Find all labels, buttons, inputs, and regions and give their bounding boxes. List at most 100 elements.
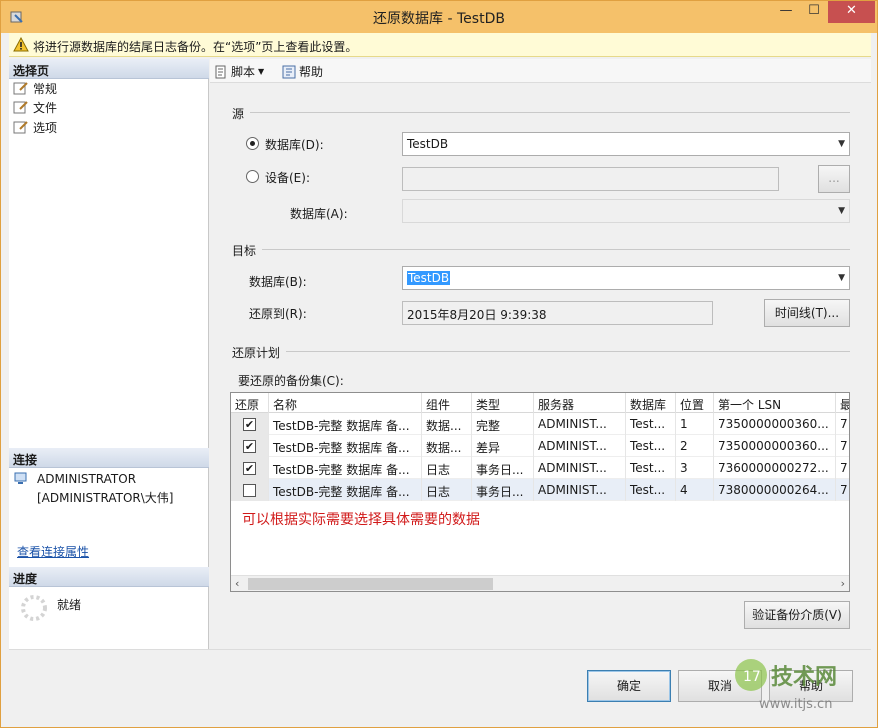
chevron-down-icon: ▼ bbox=[258, 67, 265, 76]
left-pane: 选择页 常规 文件 选项 连接 ADMINISTRATOR [ADMINISTR… bbox=[9, 59, 209, 649]
source-device-field[interactable] bbox=[402, 167, 779, 191]
page-item-options[interactable]: 选项 bbox=[13, 118, 57, 136]
watermark-brand: 技术网 bbox=[771, 665, 838, 690]
page-wrench-icon bbox=[13, 101, 28, 114]
cell-database: Test... bbox=[626, 413, 676, 435]
logo-icon: 17 bbox=[735, 659, 767, 691]
restore-database-window: 还原数据库 - TestDB — ☐ ✕ 将进行源数据库的结尾日志备份。在“选项… bbox=[0, 0, 878, 728]
checkbox-cell: ✔ bbox=[231, 413, 269, 435]
cell-more: 7 bbox=[836, 457, 849, 479]
ok-button[interactable]: 确定 bbox=[587, 670, 671, 702]
checkbox-cell: ✔ bbox=[231, 457, 269, 479]
source-device-radio[interactable] bbox=[246, 170, 259, 183]
scroll-left-icon[interactable]: ‹ bbox=[235, 577, 239, 590]
cell-name: TestDB-完整 数据库 备... bbox=[269, 457, 422, 479]
watermark: 17 技术网 www.itjs.cn bbox=[729, 651, 869, 723]
cell-first-lsn: 7380000000264... bbox=[714, 479, 836, 501]
target-database-value: TestDB bbox=[407, 271, 451, 285]
page-item-label: 常规 bbox=[33, 81, 58, 96]
source-database-select[interactable]: TestDB ▼ bbox=[402, 132, 850, 156]
restore-to-label: 还原到(R): bbox=[249, 307, 307, 321]
restore-checkbox[interactable]: ✔ bbox=[243, 417, 256, 431]
cell-position: 2 bbox=[676, 435, 714, 457]
page-wrench-icon bbox=[13, 82, 28, 95]
cell-position: 4 bbox=[676, 479, 714, 501]
restore-plan-group-label: 还原计划 bbox=[232, 346, 281, 360]
title-bar[interactable]: 还原数据库 - TestDB — ☐ ✕ bbox=[1, 1, 877, 33]
checkbox-cell bbox=[231, 479, 269, 501]
source-database-label: 数据库(D): bbox=[265, 138, 324, 152]
timeline-button[interactable]: 时间线(T)... bbox=[764, 299, 850, 327]
warning-bar: 将进行源数据库的结尾日志备份。在“选项”页上查看此设置。 bbox=[9, 33, 871, 57]
close-button[interactable]: ✕ bbox=[828, 1, 875, 23]
help-label: 帮助 bbox=[299, 65, 324, 79]
cell-position: 3 bbox=[676, 457, 714, 479]
table-row[interactable]: ✔ TestDB-完整 数据库 备... 数据... 完整 ADMINIST..… bbox=[231, 413, 849, 435]
script-button[interactable]: 脚本 ▼ bbox=[214, 63, 264, 80]
source-database-value: TestDB bbox=[407, 137, 449, 151]
server-connection-icon bbox=[14, 472, 27, 484]
column-header-restore[interactable]: 还原 bbox=[231, 393, 269, 413]
cell-name: TestDB-完整 数据库 备... bbox=[269, 435, 422, 457]
cell-database: Test... bbox=[626, 435, 676, 457]
horizontal-scrollbar[interactable]: ‹ › bbox=[231, 575, 849, 591]
backup-sets-grid[interactable]: 还原 名称 组件 类型 服务器 数据库 位置 第一个 LSN 最 ✔ TestD… bbox=[230, 392, 850, 592]
connection-header: 连接 bbox=[9, 448, 209, 468]
cell-server: ADMINIST... bbox=[534, 457, 626, 479]
cell-more: 7 bbox=[836, 479, 849, 501]
cell-type: 事务日... bbox=[472, 457, 534, 479]
page-wrench-icon bbox=[13, 121, 28, 134]
backup-sets-label: 要还原的备份集(C): bbox=[238, 374, 344, 388]
help-icon bbox=[282, 65, 296, 78]
column-header-more[interactable]: 最 bbox=[836, 393, 849, 413]
column-header-first-lsn[interactable]: 第一个 LSN bbox=[714, 393, 836, 413]
table-row[interactable]: ✔ TestDB-完整 数据库 备... 日志 事务日... ADMINIST.… bbox=[231, 457, 849, 479]
view-connection-properties-link[interactable]: 查看连接属性 bbox=[17, 543, 89, 560]
cell-server: ADMINIST... bbox=[534, 413, 626, 435]
table-row[interactable]: ✔ TestDB-完整 数据库 备... 数据... 差异 ADMINIST..… bbox=[231, 435, 849, 457]
restore-plan-divider bbox=[286, 351, 850, 352]
column-header-position[interactable]: 位置 bbox=[676, 393, 714, 413]
cell-more: 7 bbox=[836, 413, 849, 435]
target-group-divider bbox=[262, 249, 850, 250]
chevron-down-icon: ▼ bbox=[838, 206, 845, 216]
restore-checkbox[interactable]: ✔ bbox=[243, 439, 256, 453]
device-browse-button[interactable]: ... bbox=[818, 165, 850, 193]
svg-text:17: 17 bbox=[743, 669, 761, 685]
page-item-label: 选项 bbox=[33, 120, 58, 135]
column-header-server[interactable]: 服务器 bbox=[534, 393, 626, 413]
help-button[interactable]: 帮助 bbox=[282, 63, 323, 80]
column-header-database[interactable]: 数据库 bbox=[626, 393, 676, 413]
cell-type: 事务日... bbox=[472, 479, 534, 501]
source-device-database-select[interactable]: ▼ bbox=[402, 199, 850, 223]
cell-component: 日志 bbox=[422, 479, 472, 501]
toolbar: 脚本 ▼ 帮助 bbox=[210, 59, 871, 83]
table-row[interactable]: TestDB-完整 数据库 备... 日志 事务日... ADMINIST...… bbox=[231, 479, 849, 501]
progress-header: 进度 bbox=[9, 567, 209, 587]
restore-checkbox[interactable] bbox=[243, 483, 256, 497]
source-group-label: 源 bbox=[232, 107, 245, 121]
cell-server: ADMINIST... bbox=[534, 435, 626, 457]
column-header-name[interactable]: 名称 bbox=[269, 393, 422, 413]
target-database-select[interactable]: TestDB ▼ bbox=[402, 266, 850, 290]
cell-name: TestDB-完整 数据库 备... bbox=[269, 479, 422, 501]
connection-server: ADMINISTRATOR bbox=[37, 472, 137, 486]
page-item-files[interactable]: 文件 bbox=[13, 98, 57, 116]
column-header-type[interactable]: 类型 bbox=[472, 393, 534, 413]
restore-checkbox[interactable]: ✔ bbox=[243, 461, 256, 475]
progress-spinner-icon bbox=[21, 595, 47, 621]
verify-backup-media-button[interactable]: 验证备份介质(V) bbox=[744, 601, 850, 629]
column-header-component[interactable]: 组件 bbox=[422, 393, 472, 413]
cell-database: Test... bbox=[626, 457, 676, 479]
source-database-radio[interactable] bbox=[246, 137, 259, 150]
scroll-right-icon[interactable]: › bbox=[841, 577, 845, 590]
restore-to-field: 2015年8月20日 9:39:38 bbox=[402, 301, 713, 325]
page-item-general[interactable]: 常规 bbox=[13, 79, 57, 97]
minimize-button[interactable]: — bbox=[772, 1, 800, 23]
scrollbar-thumb[interactable] bbox=[248, 578, 493, 590]
right-pane: 脚本 ▼ 帮助 源 数据库(D): TestDB ▼ 设备(E): ... 数据库… bbox=[210, 59, 871, 649]
cell-type: 差异 bbox=[472, 435, 534, 457]
cell-component: 日志 bbox=[422, 457, 472, 479]
maximize-button[interactable]: ☐ bbox=[800, 1, 828, 23]
warning-text: 将进行源数据库的结尾日志备份。在“选项”页上查看此设置。 bbox=[33, 40, 358, 54]
